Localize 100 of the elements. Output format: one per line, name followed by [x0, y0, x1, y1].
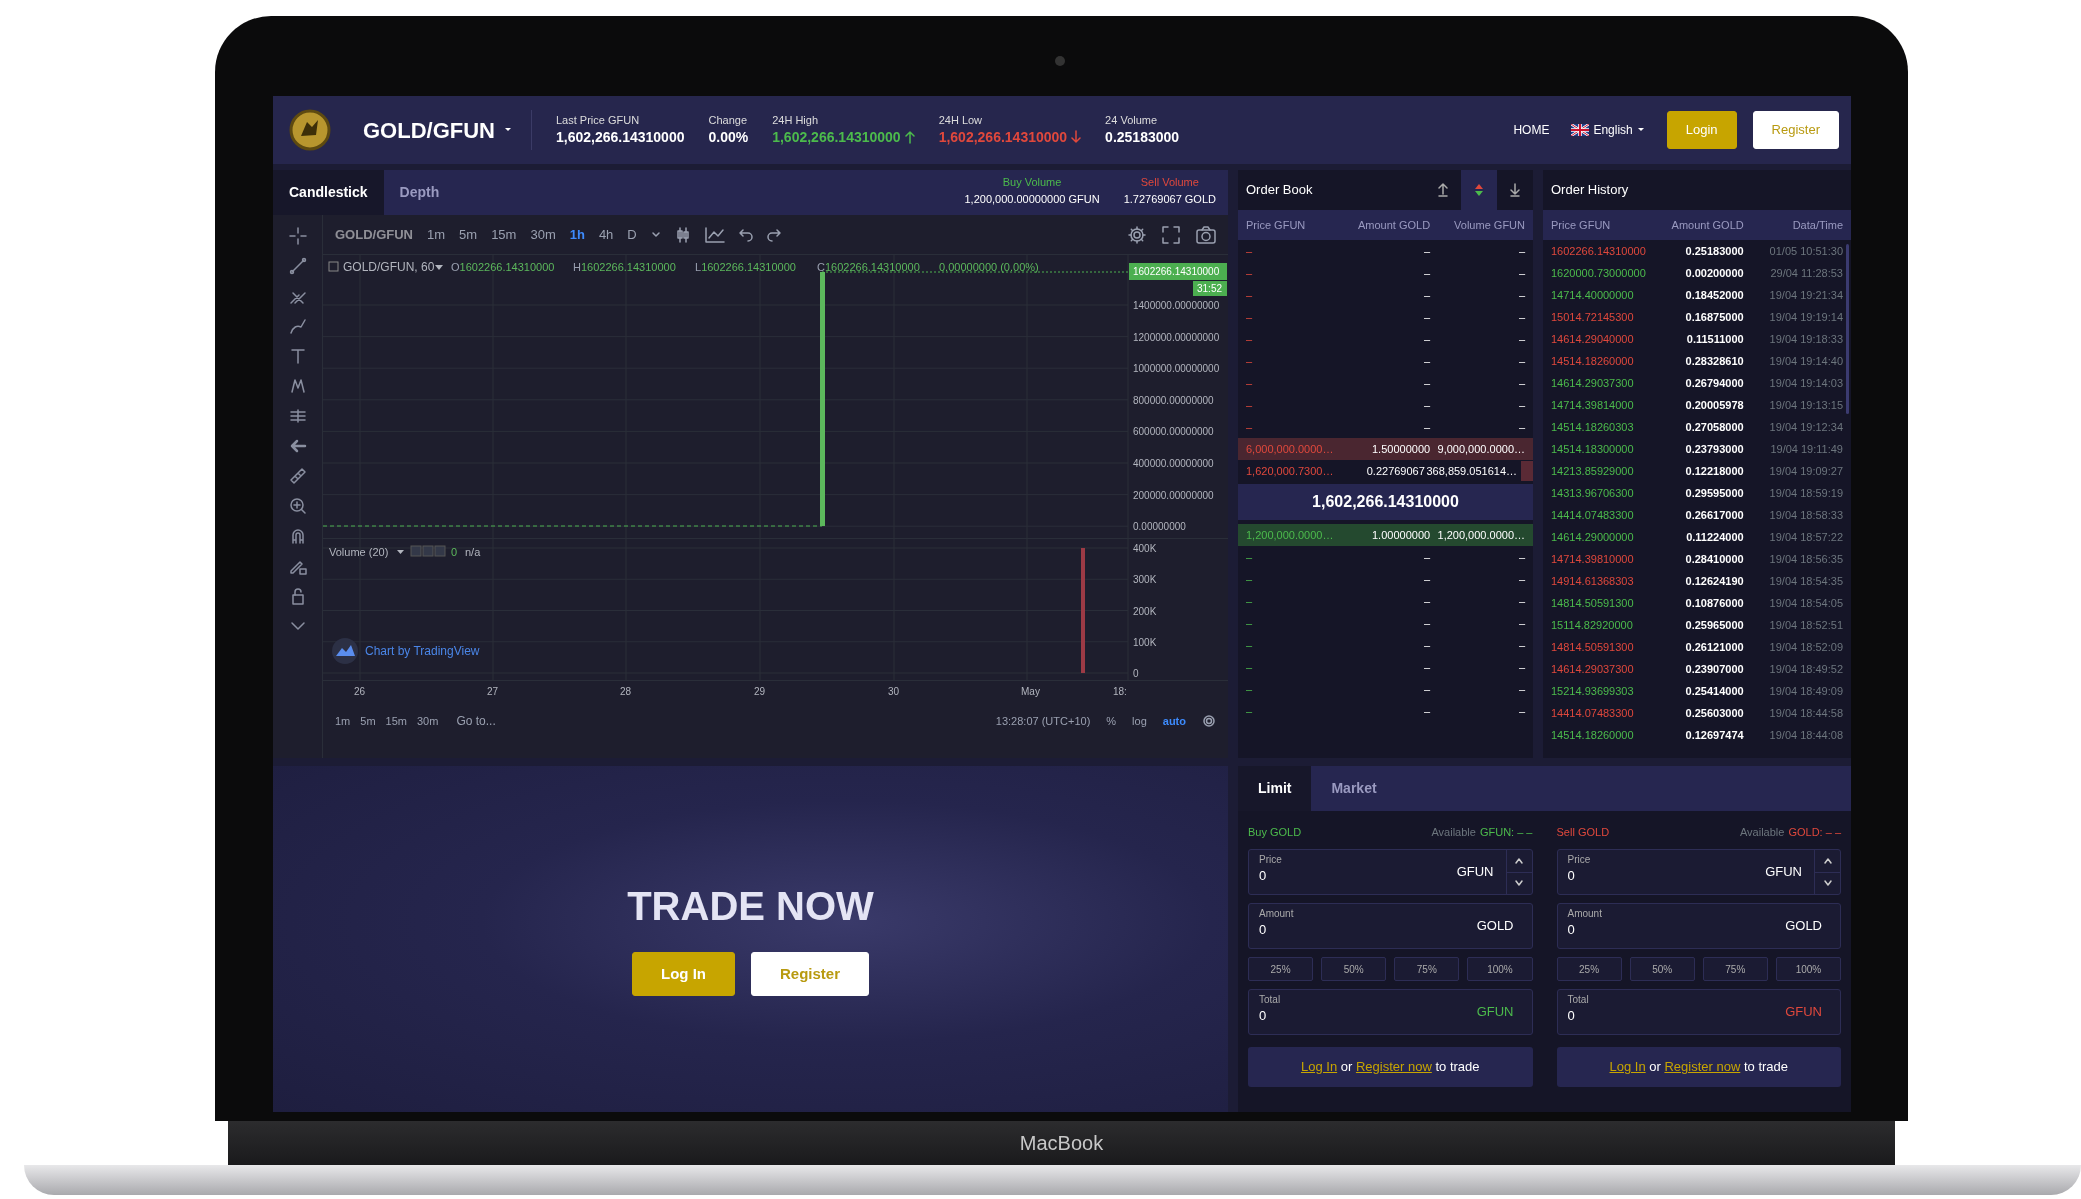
- percent-button[interactable]: 25%: [1556, 957, 1622, 981]
- order-volume: –: [1517, 331, 1525, 347]
- unit-label: GFUN: [1785, 1003, 1823, 1022]
- last-price: 1,602,266.14310000: [1238, 484, 1533, 520]
- login-link[interactable]: Log In: [1609, 1059, 1646, 1075]
- interval-button[interactable]: 1h: [569, 224, 585, 245]
- caret-icon[interactable]: [650, 229, 661, 240]
- order-amount: –: [1423, 549, 1431, 565]
- input-field[interactable]: 0: [1259, 920, 1467, 940]
- available-value: GOLD: – –: [1788, 824, 1841, 840]
- line-chart-icon[interactable]: [704, 226, 725, 243]
- arrow-left-icon[interactable]: [288, 437, 307, 455]
- pattern-icon[interactable]: [288, 377, 307, 395]
- percent-button[interactable]: 25%: [1248, 957, 1314, 981]
- trade-amount: 0.26794000: [1684, 375, 1744, 391]
- brush-icon[interactable]: [288, 317, 307, 335]
- settings-icon[interactable]: [1128, 225, 1146, 244]
- input-box[interactable]: Amount 0 GOLD: [1248, 903, 1533, 949]
- fullscreen-icon[interactable]: [1162, 225, 1180, 244]
- interval-button[interactable]: 5m: [459, 224, 478, 245]
- scale-option[interactable]: %: [1106, 712, 1117, 730]
- scale-option[interactable]: auto: [1162, 712, 1186, 730]
- interval-button[interactable]: 4h: [598, 224, 614, 245]
- input-box[interactable]: Amount 0 GOLD: [1556, 903, 1841, 949]
- trade-price: 14414.07483300: [1551, 507, 1635, 523]
- line-tool-icon[interactable]: [288, 257, 307, 275]
- input-field[interactable]: 0: [1259, 1006, 1467, 1026]
- axis-label: May: [1021, 686, 1040, 697]
- trade-price: 14614.29040000: [1551, 331, 1635, 347]
- order-type-tab[interactable]: Market: [1311, 766, 1397, 811]
- percent-button[interactable]: 75%: [1394, 957, 1460, 981]
- chart-tab[interactable]: Depth: [383, 170, 456, 215]
- percent-button[interactable]: 50%: [1321, 957, 1387, 981]
- stat-value: 0.00%: [708, 127, 749, 146]
- camera-dot: [1055, 56, 1065, 66]
- order-volume: –: [1517, 637, 1525, 653]
- input-box[interactable]: Total 0 GFUN: [1556, 989, 1841, 1035]
- interval-button[interactable]: 1m: [427, 224, 446, 245]
- order-price: –: [1246, 615, 1254, 631]
- input-box[interactable]: Price 0 GFUN: [1556, 849, 1841, 895]
- pair-selector[interactable]: GOLD/GFUN: [355, 110, 532, 150]
- input-box[interactable]: Price 0 GFUN: [1248, 849, 1533, 895]
- percent-button[interactable]: 100%: [1775, 957, 1841, 981]
- trade-price: 14814.50591300: [1551, 639, 1635, 655]
- scrollbar[interactable]: [1846, 244, 1849, 414]
- chart-tab[interactable]: Candlestick: [273, 170, 384, 215]
- input-field[interactable]: 0: [1259, 866, 1447, 886]
- settings-icon[interactable]: [1202, 714, 1216, 728]
- order-amount: 0.22769067: [1365, 463, 1425, 479]
- register-link[interactable]: Register now: [1664, 1059, 1741, 1075]
- column-header: Data/Time: [1791, 217, 1843, 233]
- camera-icon[interactable]: [1196, 225, 1216, 244]
- input-field[interactable]: 0: [1567, 866, 1756, 886]
- stat-value: 0.25183000: [1105, 127, 1180, 146]
- trade-time: 19/04 19:19:14: [1768, 309, 1843, 325]
- ruler-icon[interactable]: [288, 467, 307, 485]
- interval-button[interactable]: 30m: [530, 224, 556, 245]
- flag-icon: [1571, 124, 1590, 136]
- crosshair-icon[interactable]: [288, 227, 307, 245]
- caret-icon[interactable]: [435, 265, 443, 270]
- interval-button[interactable]: 15m: [491, 224, 517, 245]
- percent-button[interactable]: 100%: [1467, 957, 1533, 981]
- goto-button[interactable]: Go to...: [456, 712, 496, 730]
- order-type-tab[interactable]: Limit: [1238, 766, 1312, 811]
- input-field[interactable]: 0: [1567, 920, 1776, 940]
- text-tool-icon[interactable]: [288, 347, 307, 365]
- view-button[interactable]: [1461, 170, 1497, 210]
- column-header: Amount GOLD: [1357, 217, 1431, 233]
- field-label: Price: [1567, 853, 1592, 866]
- measure-icon[interactable]: [288, 407, 307, 425]
- attribution-link[interactable]: Chart by TradingView: [365, 644, 480, 658]
- candles-icon[interactable]: [674, 226, 691, 243]
- redo-icon[interactable]: [766, 227, 781, 242]
- order-volume: –: [1517, 571, 1525, 587]
- input-field[interactable]: 0: [1567, 1006, 1776, 1026]
- caret-icon[interactable]: [397, 550, 404, 554]
- scale-option[interactable]: log: [1132, 712, 1147, 730]
- undo-icon[interactable]: [738, 227, 753, 242]
- order-amount: –: [1423, 659, 1431, 675]
- order-price: –: [1246, 265, 1254, 281]
- input-box[interactable]: Total 0 GFUN: [1248, 989, 1533, 1035]
- range-button[interactable]: 1m: [335, 712, 351, 730]
- order-price: –: [1246, 571, 1254, 587]
- range-button[interactable]: 15m: [385, 712, 407, 730]
- symbol-label: GOLD/GFUN: [335, 225, 413, 244]
- trade-time: 19/04 19:21:34: [1768, 287, 1843, 303]
- available-value: GFUN: – –: [1479, 824, 1533, 840]
- percent-button[interactable]: 50%: [1629, 957, 1695, 981]
- interval-button[interactable]: D: [627, 224, 637, 245]
- zoom-in-icon[interactable]: [288, 497, 307, 515]
- home-link[interactable]: HOME: [1513, 121, 1550, 139]
- order-amount: –: [1423, 375, 1431, 391]
- range-button[interactable]: 5m: [360, 712, 376, 730]
- register-link[interactable]: Register now: [1355, 1059, 1432, 1075]
- range-button[interactable]: 30m: [416, 712, 439, 730]
- collapse-icon[interactable]: [328, 261, 339, 272]
- login-link[interactable]: Log In: [1301, 1059, 1338, 1075]
- percent-button[interactable]: 75%: [1702, 957, 1768, 981]
- language-selector[interactable]: English: [1565, 120, 1651, 140]
- axis-label: 200K: [1133, 605, 1157, 617]
